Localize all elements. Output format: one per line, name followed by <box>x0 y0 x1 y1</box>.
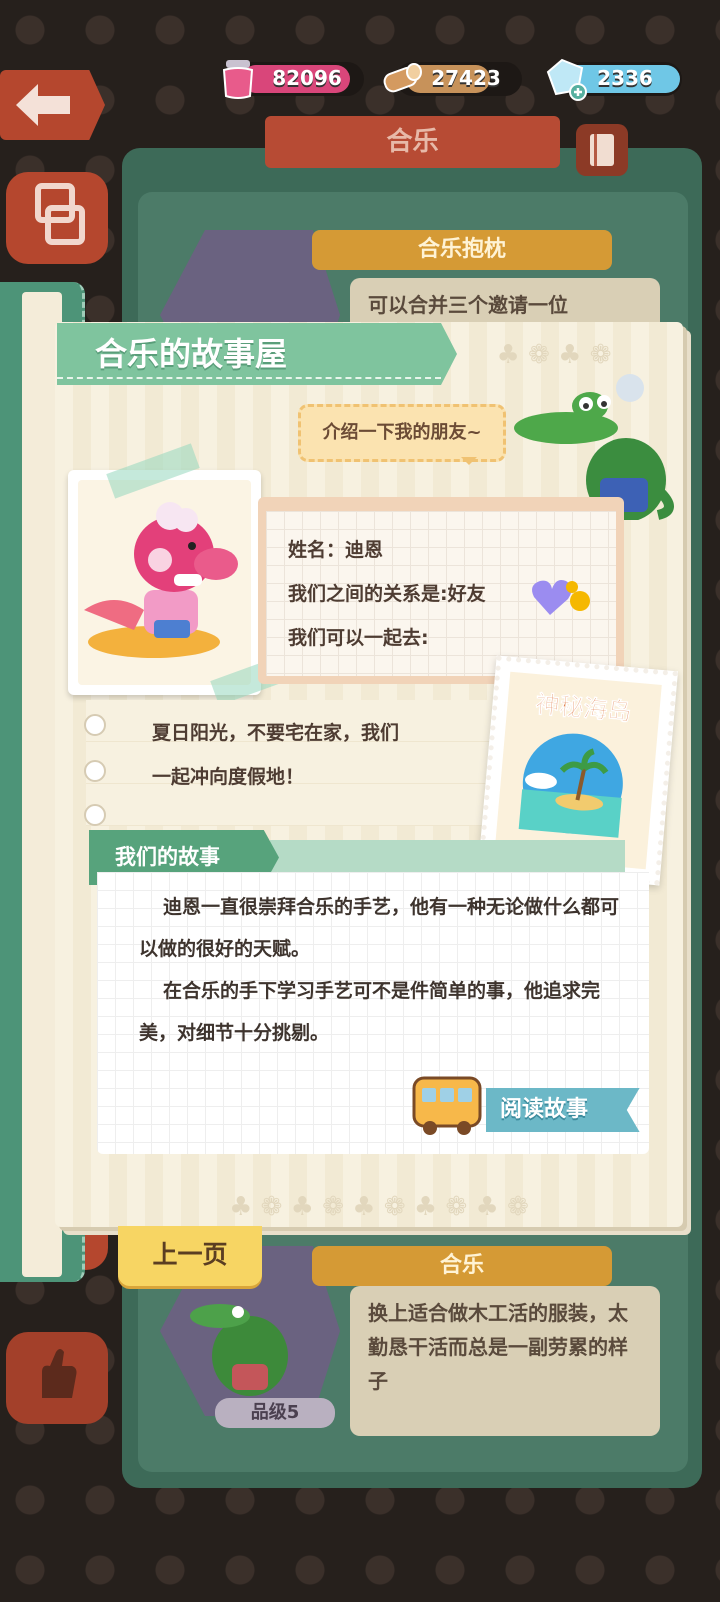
vacation-note: 夏日阳光，不要宅在家，我们 一起冲向度假地！ <box>84 700 496 826</box>
note-hole <box>84 714 106 736</box>
island-icon <box>518 733 623 838</box>
friend-info-card: 姓名：迪恩 我们之间的关系是:好友 我们可以一起去: <box>258 497 624 684</box>
item-description: 换上适合做木工活的服装，太勤恳干活而总是一副劳累的样子 <box>350 1286 660 1436</box>
friend-photo <box>68 470 261 695</box>
bus-icon <box>412 1076 482 1135</box>
hand-button[interactable] <box>6 1332 108 1424</box>
merge-button[interactable] <box>6 172 108 264</box>
friend-relation: 我们之间的关系是:好友 <box>288 583 486 605</box>
dino-friend-icon <box>84 502 238 658</box>
read-story-button[interactable]: 阅读故事 <box>410 1076 640 1135</box>
story-house-title: 合乐的故事屋 <box>57 323 457 385</box>
back-button[interactable] <box>0 70 105 140</box>
book-button[interactable] <box>576 124 628 176</box>
currency-potion[interactable]: 82096 <box>222 60 364 99</box>
item-label: 合乐 <box>312 1246 612 1286</box>
collection-title: 合乐 <box>265 116 560 168</box>
note-line-1: 夏日阳光，不要宅在家，我们 <box>152 722 400 744</box>
item-label: 合乐抱枕 <box>312 230 612 270</box>
currency-crystal-value: 2336 <box>597 66 653 90</box>
crocodile-carpenter-icon <box>190 1304 288 1396</box>
note-hole <box>84 804 106 826</box>
hand-icon <box>42 1349 77 1398</box>
currency-potion-value: 82096 <box>272 66 342 90</box>
read-story-label: 阅读故事 <box>486 1088 640 1132</box>
currency-wood[interactable]: 27423 <box>383 62 522 96</box>
back-arrow-icon <box>16 84 70 126</box>
item-grade-badge: 品级5 <box>215 1398 335 1428</box>
page-pattern-bottom: ♣ ❁ ♣ ❁ ♣ ❁ ♣ ❁ ♣ ❁ <box>229 1192 529 1222</box>
story-paragraph-1: 迪恩一直很崇拜合乐的手艺，他有一种无论做什么都可以做的很好的天赋。 <box>139 896 620 960</box>
previous-page-button[interactable]: 上一页 <box>118 1226 262 1286</box>
note-line-2: 一起冲向度假地！ <box>152 766 305 788</box>
note-hole <box>84 760 106 782</box>
page-pattern-top: ♣ ❁ ♣ ❁ <box>496 340 612 370</box>
intro-speech-bubble: 介绍一下我的朋友~ <box>298 404 506 465</box>
book-icon <box>590 134 614 166</box>
friend-destination-label: 我们可以一起去: <box>288 627 429 649</box>
friend-name: 姓名：迪恩 <box>288 539 384 561</box>
merge-icon <box>35 183 85 245</box>
currency-crystal[interactable]: 2336 <box>546 58 682 101</box>
heart-duck-icon <box>532 580 590 615</box>
story-dot-strip <box>270 840 625 874</box>
currency-wood-value: 27423 <box>431 66 501 90</box>
story-paragraph-2: 在合乐的手下学习手艺可不是件简单的事，他追求完美，对细节十分挑剔。 <box>139 980 601 1044</box>
